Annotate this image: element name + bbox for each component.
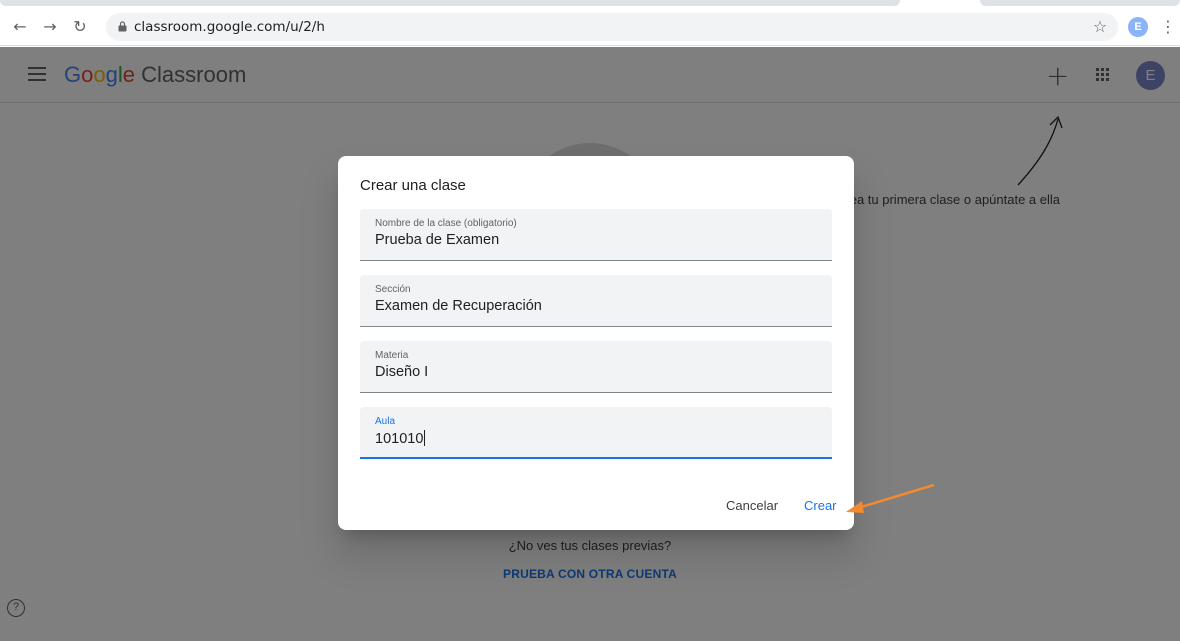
- forward-arrow-icon[interactable]: →: [40, 17, 60, 37]
- field-value: 101010: [375, 431, 424, 447]
- field-value: Examen de Recuperación: [375, 298, 542, 314]
- create-button[interactable]: Crear: [804, 498, 837, 513]
- room-field[interactable]: Aula 101010: [360, 407, 832, 459]
- class-name-field[interactable]: Nombre de la clase (obligatorio) Prueba …: [360, 209, 832, 261]
- field-value-wrap: 101010: [375, 430, 426, 447]
- tab-strip: [0, 0, 1180, 8]
- back-arrow-icon[interactable]: ←: [10, 17, 30, 37]
- field-label: Sección: [375, 284, 411, 295]
- section-field[interactable]: Sección Examen de Recuperación: [360, 275, 832, 327]
- lock-icon: [118, 21, 127, 32]
- tab-edge: [0, 0, 900, 6]
- create-class-dialog: Crear una clase Nombre de la clase (obli…: [338, 156, 854, 530]
- field-value: Diseño I: [375, 364, 429, 380]
- star-icon[interactable]: ☆: [1090, 17, 1110, 37]
- field-value: Prueba de Examen: [375, 232, 500, 248]
- field-label: Aula: [375, 416, 396, 427]
- field-label: Nombre de la clase (obligatorio): [375, 218, 517, 229]
- field-label: Materia: [375, 350, 409, 361]
- browser-profile-avatar[interactable]: E: [1128, 17, 1148, 37]
- url-text: classroom.google.com/u/2/h: [134, 19, 325, 35]
- kebab-menu-icon[interactable]: ⋮: [1160, 17, 1176, 36]
- dialog-title: Crear una clase: [360, 177, 466, 194]
- annotation-arrow-icon: [846, 483, 935, 513]
- subject-field[interactable]: Materia Diseño I: [360, 341, 832, 393]
- cancel-button[interactable]: Cancelar: [726, 498, 778, 513]
- address-bar[interactable]: classroom.google.com/u/2/h: [106, 13, 1118, 41]
- reload-icon[interactable]: ↻: [70, 17, 90, 37]
- tab-edge: [980, 0, 1180, 6]
- text-caret: [424, 430, 426, 446]
- browser-toolbar: ← → ↻ classroom.google.com/u/2/h ☆ E ⋮: [0, 8, 1180, 46]
